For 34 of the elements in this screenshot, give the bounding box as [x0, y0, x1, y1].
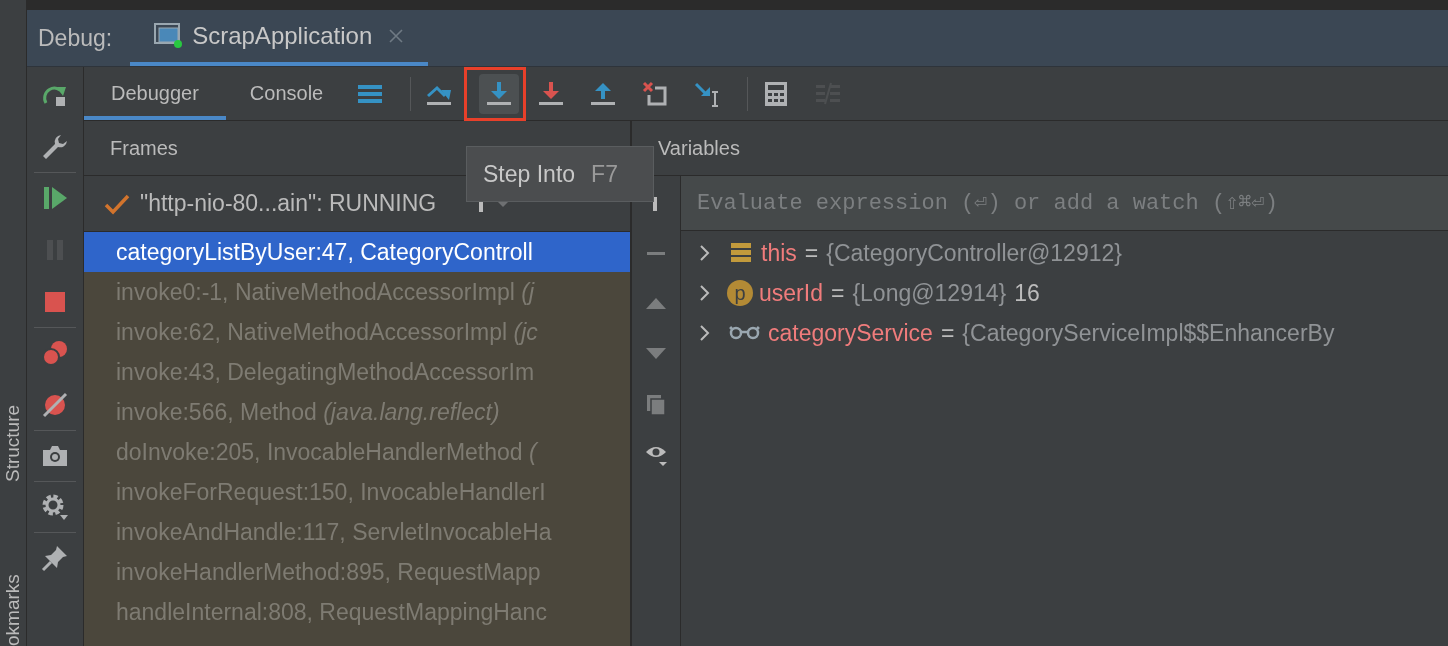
frame-row[interactable]: categoryListByUser:47, CategoryControll	[84, 232, 630, 272]
gear-icon[interactable]	[41, 493, 69, 521]
toolbar-button[interactable]	[479, 73, 520, 114]
step-into-icon	[485, 79, 514, 108]
variable-name: this	[761, 239, 797, 267]
debug-label: Debug:	[38, 24, 113, 52]
parameter-icon: p	[727, 280, 753, 306]
wrench-icon[interactable]	[41, 133, 69, 161]
tool-window-label[interactable]: okmarks	[2, 556, 24, 646]
mute-breakpoints-icon[interactable]	[41, 391, 69, 419]
drop-frame-icon	[641, 79, 670, 108]
panel-title: Variables	[658, 136, 740, 160]
equals-sign: =	[830, 279, 845, 307]
variable-name: categoryService	[768, 319, 933, 347]
variable-name: userId	[759, 279, 823, 307]
panel-tab[interactable]: Console	[225, 67, 351, 120]
object-icon	[729, 241, 753, 265]
session-tab[interactable]: ScrapApplication	[130, 10, 429, 66]
equals-sign: =	[940, 319, 955, 347]
tool-window-label[interactable]: Structure	[2, 388, 24, 482]
variable-value: {Long@12914}	[852, 279, 1007, 307]
tab-title: ScrapApplication	[192, 22, 373, 50]
step-into-icon	[537, 79, 566, 108]
variable-value: {CategoryServiceImpl$$EnhancerBy	[962, 319, 1335, 347]
resume-icon[interactable]	[41, 184, 69, 212]
equals-sign: =	[804, 239, 819, 267]
check-icon	[104, 192, 130, 215]
app-window-icon	[154, 22, 185, 50]
panel-title: Frames	[110, 136, 178, 160]
variable-value: {CategoryController@12912}	[826, 239, 1122, 267]
variable-value: 16	[1014, 279, 1040, 307]
panel-tab[interactable]: Debugger	[84, 67, 226, 120]
breakpoints-icon[interactable]	[41, 339, 69, 367]
pin-icon[interactable]	[41, 544, 69, 572]
